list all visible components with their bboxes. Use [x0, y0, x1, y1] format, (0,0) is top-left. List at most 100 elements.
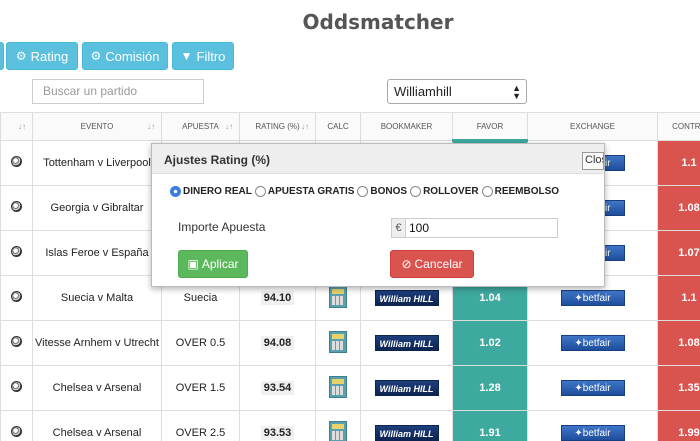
radio-option[interactable]: REEMBOLSO [481, 186, 559, 197]
filtro-button[interactable]: ▼ Filtro [172, 42, 234, 70]
importe-input[interactable]: € 100 [391, 218, 558, 238]
modal-header: Ajustes Rating (%) Close [152, 144, 604, 174]
favor-cell: 1.02 [452, 320, 528, 366]
bookmaker-cell[interactable]: William HILL [360, 320, 453, 366]
calc-cell[interactable] [315, 320, 361, 366]
filtro-button-label: Filtro [196, 48, 226, 64]
evento-cell: Chelsea v Arsenal [32, 410, 162, 441]
sport-cell [0, 230, 33, 276]
toolbar-button-partial[interactable] [0, 42, 4, 70]
header-rating[interactable]: RATING (%) ↓↑ [239, 112, 316, 141]
favor-cell: 1.28 [452, 365, 528, 411]
save-icon: ▣ [187, 257, 199, 271]
cogs-icon: ⚙ [90, 49, 102, 63]
header-evento[interactable]: EVENTO ↓↑ [32, 112, 162, 141]
radio-button[interactable] [357, 186, 369, 197]
exchange-cell[interactable]: ✦betfair [526, 410, 659, 441]
sort-icon: ↓↑ [225, 122, 233, 131]
exchange-cell[interactable]: ✦betfair [526, 320, 659, 366]
bookmaker-cell[interactable]: William HILL [360, 410, 453, 441]
header-sport[interactable]: ↓↑ [0, 112, 33, 141]
evento-cell: Tottenham v Liverpool [32, 140, 162, 186]
radio-label: BONOS [370, 186, 408, 197]
sort-icon: ↓↑ [147, 122, 155, 131]
importe-label: Importe Apuesta [178, 220, 266, 234]
table-row[interactable]: Vitesse Arnhem v Utrecht OVER 0.5 94.08 Wil… [0, 320, 700, 366]
rating-button[interactable]: ⚙ Rating [6, 42, 78, 70]
calculator-icon[interactable] [329, 330, 347, 353]
radio-button[interactable] [410, 186, 422, 197]
sort-icon: ↓↑ [18, 122, 26, 131]
table-row[interactable]: Chelsea v Arsenal OVER 1.5 93.54 William HI… [0, 365, 700, 411]
table-row[interactable]: Chelsea v Arsenal OVER 2.5 93.53 William HI… [0, 410, 700, 441]
sort-icon: ↓↑ [301, 122, 309, 131]
calculator-icon[interactable] [329, 420, 347, 441]
soccer-ball-icon [11, 201, 22, 212]
radio-option[interactable]: BONOS [357, 186, 407, 197]
currency-addon: € [392, 219, 406, 237]
contra-cell: 1.08 [657, 320, 700, 366]
williamhill-logo[interactable]: William HILL [374, 335, 439, 351]
williamhill-logo[interactable]: William HILL [374, 425, 439, 441]
modal-close-button[interactable]: Close [582, 152, 604, 170]
radio-button[interactable] [170, 186, 181, 197]
williamhill-logo[interactable]: William HILL [374, 290, 439, 306]
header-contra[interactable]: CONTRA [657, 112, 700, 141]
page-title: Oddsmatcher [302, 10, 454, 34]
sport-cell [0, 140, 33, 186]
evento-cell: Vitesse Arnhem v Utrecht [32, 320, 162, 366]
evento-cell: Chelsea v Arsenal [32, 365, 162, 411]
search-input[interactable]: Buscar un partido [32, 79, 204, 104]
rating-cell: 93.54 [239, 365, 316, 411]
sport-cell [0, 410, 33, 441]
sport-cell [0, 365, 33, 411]
comision-button[interactable]: ⚙ Comisión [82, 42, 168, 70]
contra-cell: 1.99 [657, 410, 700, 441]
soccer-ball-icon [11, 426, 22, 437]
radio-option[interactable]: ROLLOVER [410, 186, 479, 197]
betfair-logo[interactable]: ✦betfair [560, 290, 625, 306]
betfair-logo[interactable]: ✦betfair [560, 425, 625, 441]
header-favor[interactable]: FAVOR [452, 112, 528, 142]
calculator-icon[interactable] [329, 375, 347, 398]
select-arrows-icon: ▲ ▼ [512, 83, 521, 101]
bookmaker-cell[interactable]: William HILL [360, 365, 453, 411]
calc-cell[interactable] [315, 410, 361, 441]
soccer-ball-icon [11, 381, 22, 392]
williamhill-logo[interactable]: William HILL [374, 380, 439, 396]
cancel-button[interactable]: ⊘ Cancelar [390, 250, 474, 278]
radio-option[interactable]: APUESTA GRATIS [254, 186, 354, 197]
exchange-cell[interactable]: ✦betfair [526, 365, 659, 411]
rating-value: 93.54 [260, 381, 295, 395]
modal-title: Ajustes Rating (%) [164, 153, 271, 167]
bookmaker-select[interactable]: Williamhill ▲ ▼ [387, 79, 527, 104]
betfair-logo[interactable]: ✦betfair [560, 335, 625, 351]
modal-close-label: Close [585, 154, 603, 166]
soccer-ball-icon [11, 156, 22, 167]
radio-button[interactable] [254, 186, 266, 197]
filter-icon: ▼ [180, 49, 193, 63]
soccer-ball-icon [11, 291, 22, 302]
apply-button-label: Aplicar [201, 257, 239, 271]
sport-cell [0, 185, 33, 231]
calc-cell[interactable] [315, 365, 361, 411]
soccer-ball-icon [11, 246, 22, 257]
rating-button-label: Rating [30, 48, 69, 64]
betfair-logo[interactable]: ✦betfair [560, 380, 625, 396]
radio-option[interactable]: DINERO REAL [170, 186, 252, 197]
contra-cell: 1.35 [657, 365, 700, 411]
radio-button[interactable] [481, 186, 493, 197]
evento-cell: Suecia v Malta [32, 275, 162, 321]
apuesta-cell: OVER 1.5 [161, 365, 240, 411]
apply-button[interactable]: ▣ Aplicar [178, 250, 248, 278]
ban-icon: ⊘ [401, 257, 412, 271]
cogs-icon: ⚙ [15, 49, 27, 63]
calculator-icon[interactable] [329, 285, 347, 308]
header-bookmaker[interactable]: BOOKMAKER [360, 112, 453, 141]
header-calc: CALC [315, 112, 361, 141]
header-apuesta[interactable]: APUESTA ↓↑ [161, 112, 240, 141]
importe-value: 100 [409, 221, 430, 235]
rating-cell: 93.53 [239, 410, 316, 441]
bookmaker-select-value: Williamhill [394, 84, 452, 99]
header-exchange[interactable]: EXCHANGE [526, 112, 659, 141]
